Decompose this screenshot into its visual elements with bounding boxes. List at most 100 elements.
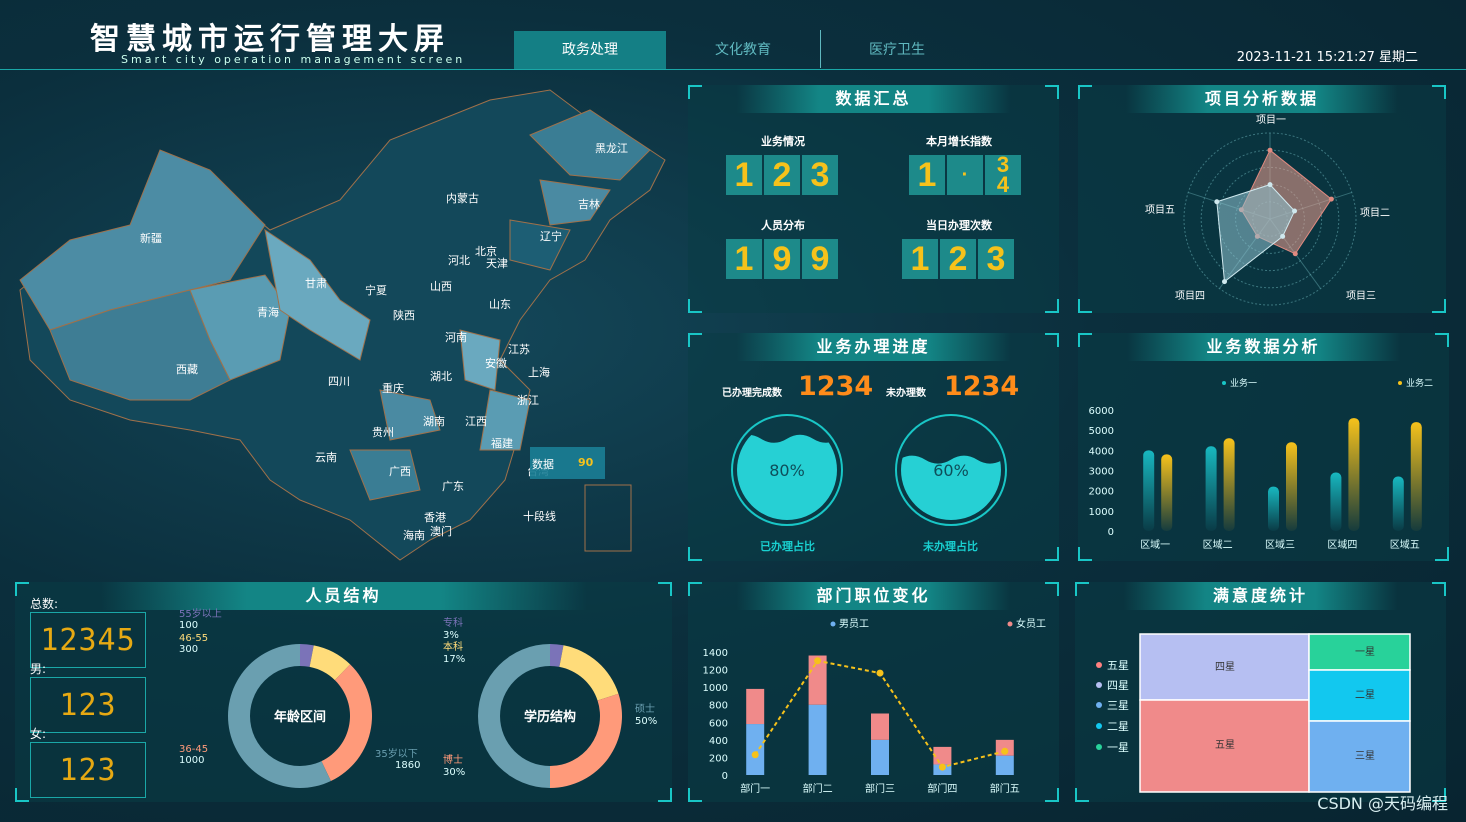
svg-text:十段线: 十段线 bbox=[523, 509, 556, 523]
svg-text:上海: 上海 bbox=[528, 365, 550, 379]
todo-label: 未办理数 bbox=[886, 388, 926, 399]
summary-label-daily: 当日办理次数 bbox=[926, 219, 992, 232]
bar-series-2 bbox=[1223, 438, 1235, 531]
age-label: 35岁以下 bbox=[375, 747, 418, 760]
x-tick-label: 区域二 bbox=[1203, 538, 1233, 551]
y-tick-label: 0 bbox=[722, 771, 728, 782]
radar-indicator: 项目四 bbox=[1175, 290, 1205, 302]
age-label: 46-55 bbox=[179, 633, 208, 644]
legend-five-star: 五星 bbox=[1107, 659, 1129, 672]
tab-culture-education[interactable]: 文化教育 bbox=[667, 31, 819, 69]
todo-value: 1234 bbox=[944, 371, 1020, 402]
x-tick-label: 部门四 bbox=[927, 782, 957, 795]
edu-donut-center-label: 学历结构 bbox=[524, 709, 576, 725]
svg-text:青海: 青海 bbox=[257, 305, 279, 319]
china-map[interactable]: 黑龙江吉林辽宁 内蒙古新疆甘肃 宁夏青海西藏 北京天津 河北 山西山东陕西 河南江… bbox=[10, 80, 678, 570]
bar-male bbox=[746, 724, 765, 775]
radar-area bbox=[1216, 184, 1296, 283]
dept-bar-line-chart: 0 200 400 600 800 1000 1200 1400 男员工 女员工部门一 部门二 部门三… bbox=[703, 617, 1046, 795]
svg-text:北京: 北京 bbox=[475, 244, 497, 258]
svg-text:湖北: 湖北 bbox=[430, 370, 452, 383]
x-tick-label: 部门二 bbox=[803, 782, 833, 795]
watermark: CSDN @天码编程 bbox=[1317, 794, 1448, 813]
y-tick-label: 3000 bbox=[1089, 467, 1114, 478]
svg-text:甘肃: 甘肃 bbox=[305, 277, 327, 290]
x-tick-label: 部门五 bbox=[990, 782, 1020, 795]
age-label: 55岁以上 bbox=[179, 607, 222, 620]
trend-point bbox=[1001, 747, 1009, 755]
svg-text:香港: 香港 bbox=[424, 511, 446, 524]
progress-panel: 业务办理进度 已办理完成数 1234 未办理数 1234 80% 60% 已办理占… bbox=[688, 333, 1059, 561]
svg-text:河南: 河南 bbox=[445, 331, 467, 344]
radar-point bbox=[1214, 199, 1220, 205]
svg-text:澳门: 澳门 bbox=[430, 524, 452, 538]
satisfaction-treemap: 五星 四星 三星 二星 一星 四星 五星 一星 二星 三星 bbox=[1096, 633, 1411, 793]
y-tick-label: 2000 bbox=[1089, 487, 1114, 498]
radar-chart: 项目一项目二项目三 项目四 项目五 bbox=[1145, 114, 1390, 306]
svg-text:新疆: 新疆 bbox=[140, 231, 162, 245]
bar-series-1 bbox=[1392, 476, 1404, 531]
radar-point bbox=[1292, 251, 1298, 257]
legend-series-1: 业务一 bbox=[1230, 377, 1257, 389]
age-label: 36-45 bbox=[179, 744, 208, 755]
map-tooltip-value: 90 bbox=[578, 456, 594, 469]
svg-text:宁夏: 宁夏 bbox=[365, 283, 387, 297]
total-label: 总数: bbox=[30, 597, 59, 611]
male-label: 男: bbox=[30, 662, 47, 676]
edu-value: 30% bbox=[443, 767, 465, 778]
edu-donut-slice bbox=[559, 645, 619, 701]
svg-text:吉林: 吉林 bbox=[578, 197, 600, 211]
svg-text:安徽: 安徽 bbox=[485, 356, 507, 370]
map-tooltip-label: 数据 bbox=[532, 458, 554, 471]
y-tick-label: 6000 bbox=[1089, 406, 1114, 417]
radar-indicator: 项目三 bbox=[1346, 290, 1376, 302]
business-bar-chart: 0 1000 2000 3000 4000 5000 6000 业务一 业务二区域一 区域二 区域三… bbox=[1089, 377, 1433, 551]
trend-point bbox=[876, 669, 884, 677]
tab-medical[interactable]: 医疗卫生 bbox=[821, 31, 973, 69]
legend-dot bbox=[1222, 381, 1226, 385]
edu-donut-slice bbox=[550, 693, 622, 788]
x-tick-label: 区域三 bbox=[1265, 538, 1295, 551]
radar-indicator: 项目一 bbox=[1256, 114, 1286, 126]
top-bar: 智慧城市运行管理大屏 Smart city operation manageme… bbox=[0, 0, 1466, 70]
age-donut-slice bbox=[321, 664, 372, 782]
y-tick-label: 1400 bbox=[703, 648, 728, 659]
svg-text:湖南: 湖南 bbox=[423, 415, 445, 428]
edu-label: 专科 bbox=[443, 616, 463, 629]
people-donuts: 年龄区间 学历结构 55岁以上100 46-55300 36-451000 35岁以下18… bbox=[179, 607, 657, 788]
legend-one-star: 一星 bbox=[1107, 741, 1129, 754]
datetime: 2023-11-21 15:21:27 星期二 bbox=[1236, 50, 1418, 65]
svg-text:西藏: 西藏 bbox=[176, 363, 198, 376]
svg-text:海南: 海南 bbox=[403, 528, 425, 542]
done-label: 已办理完成数 bbox=[722, 388, 782, 399]
radar-indicator: 项目五 bbox=[1145, 204, 1175, 216]
female-value: 123 bbox=[59, 753, 117, 788]
radar-point bbox=[1280, 233, 1286, 239]
male-value: 123 bbox=[59, 688, 117, 723]
svg-text:陕西: 陕西 bbox=[393, 308, 415, 322]
svg-text:三星: 三星 bbox=[1355, 750, 1375, 762]
svg-text:一星: 一星 bbox=[1355, 646, 1375, 658]
radar-point bbox=[1328, 196, 1334, 202]
legend-series-2: 业务二 bbox=[1406, 377, 1433, 389]
y-tick-label: 200 bbox=[709, 753, 728, 764]
bar-male bbox=[995, 755, 1014, 775]
tab-government[interactable]: 政务处理 bbox=[514, 31, 666, 69]
summary-panel: 数据汇总 业务情况 123 本月增长指数 1 · 3 4 人员分布 199 当日办理次… bbox=[688, 85, 1059, 313]
legend-two-star: 二星 bbox=[1107, 720, 1129, 733]
south-sea-inset bbox=[584, 484, 632, 552]
edu-value: 17% bbox=[443, 654, 465, 665]
summary-title: 数据汇总 bbox=[736, 85, 1011, 113]
bar-series-2 bbox=[1410, 422, 1422, 531]
edu-value: 3% bbox=[443, 630, 459, 641]
age-value: 100 bbox=[179, 620, 198, 631]
svg-text:广东: 广东 bbox=[442, 480, 464, 493]
gauge-value: 80% bbox=[769, 461, 805, 480]
age-value: 1860 bbox=[395, 760, 420, 771]
trend-point bbox=[938, 763, 946, 771]
bar-series-2 bbox=[1348, 418, 1360, 531]
svg-text:重庆: 重庆 bbox=[382, 381, 404, 395]
bar-series-1 bbox=[1143, 450, 1155, 531]
x-tick-label: 区域五 bbox=[1390, 538, 1420, 551]
bar-series-1 bbox=[1268, 486, 1279, 531]
